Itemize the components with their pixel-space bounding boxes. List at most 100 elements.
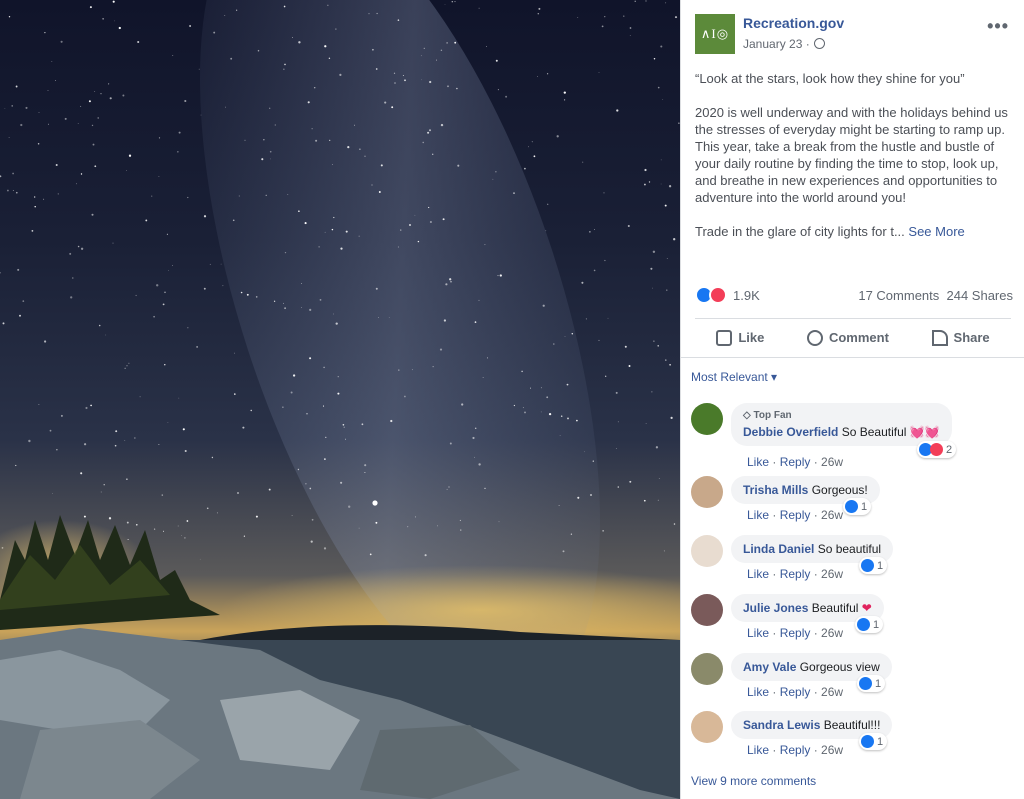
comment-reply-link[interactable]: Reply (780, 685, 811, 699)
comment-age[interactable]: 26w (821, 685, 843, 699)
comment-age[interactable]: 26w (821, 455, 843, 469)
star (486, 46, 487, 47)
star (450, 280, 452, 283)
star (0, 272, 1, 274)
star (335, 322, 338, 325)
star (224, 15, 226, 16)
comment-meta: Like · Reply · 26w (747, 455, 844, 469)
avatar[interactable] (691, 476, 723, 508)
comment-like-link[interactable]: Like (747, 743, 769, 757)
top-fan-badge: ◇ Top Fan (743, 410, 792, 421)
comment-reply-link[interactable]: Reply (780, 567, 811, 581)
star (542, 304, 545, 307)
star (436, 59, 437, 61)
star (377, 317, 379, 319)
comment-reactions[interactable]: 2 (917, 441, 957, 458)
like-reaction-icon (845, 500, 858, 513)
star (91, 124, 94, 127)
star (77, 245, 80, 248)
comment-reactions[interactable]: 1 (857, 675, 886, 692)
star (593, 269, 596, 272)
star (324, 458, 326, 460)
star (585, 318, 587, 320)
avatar[interactable] (691, 653, 723, 685)
comment-button[interactable]: Comment (799, 326, 897, 350)
comment-author[interactable]: Linda Daniel (743, 542, 814, 556)
star (343, 426, 345, 428)
post-date-text[interactable]: January 23 · (743, 37, 810, 51)
comment-age[interactable]: 26w (821, 508, 843, 522)
comment-reactions[interactable]: 1 (855, 616, 884, 633)
more-options-icon[interactable]: ••• (987, 16, 1009, 37)
star (331, 164, 333, 165)
star (128, 154, 132, 157)
star (531, 141, 533, 143)
star (615, 391, 618, 394)
view-more-comments-link[interactable]: View 9 more comments (691, 774, 816, 788)
comment-like-link[interactable]: Like (747, 685, 769, 699)
comment-like-link[interactable]: Like (747, 567, 769, 581)
comment-reply-link[interactable]: Reply (780, 626, 811, 640)
star (492, 178, 494, 180)
star (598, 339, 600, 341)
comment-age[interactable]: 26w (821, 743, 843, 757)
comment-author[interactable]: Sandra Lewis (743, 718, 820, 732)
reaction-icons[interactable] (695, 286, 727, 304)
comment-author[interactable]: Debbie Overfield (743, 425, 838, 439)
comment-age[interactable]: 26w (821, 626, 843, 640)
comment-age[interactable]: 26w (821, 567, 843, 581)
star (576, 419, 578, 422)
star (629, 27, 632, 29)
star (674, 16, 678, 19)
star (177, 151, 179, 153)
comment-author[interactable]: Julie Jones (743, 601, 808, 615)
post-photo[interactable] (0, 0, 680, 799)
page-logo[interactable]: ∧I◎ (695, 14, 735, 54)
star (669, 363, 671, 366)
star (651, 391, 653, 393)
post-timestamp[interactable]: January 23 · (743, 37, 825, 51)
reaction-count[interactable]: 1.9K (733, 288, 760, 303)
avatar[interactable] (691, 535, 723, 567)
comment-like-link[interactable]: Like (747, 508, 769, 522)
like-reaction-icon (861, 559, 874, 572)
share-button[interactable]: Share (924, 326, 998, 350)
see-more-link[interactable]: See More (908, 224, 964, 239)
star (478, 463, 481, 466)
star (269, 107, 271, 109)
comments-section: Most Relevant ▾ ◇ Top Fan Debbie Overfie… (681, 357, 1024, 799)
comment-text: So beautiful (817, 542, 882, 556)
avatar[interactable] (691, 594, 723, 626)
comment-like-link[interactable]: Like (747, 626, 769, 640)
star (657, 345, 659, 347)
comment-like-link[interactable]: Like (747, 455, 769, 469)
comment-reply-link[interactable]: Reply (780, 455, 811, 469)
star (274, 124, 276, 126)
comment-sort-dropdown[interactable]: Most Relevant ▾ (691, 370, 777, 384)
page-name-link[interactable]: Recreation.gov (743, 15, 844, 31)
star (623, 15, 625, 17)
comment-author[interactable]: Amy Vale (743, 660, 796, 674)
comment-reply-link[interactable]: Reply (780, 743, 811, 757)
comment-reply-link[interactable]: Reply (780, 508, 811, 522)
star (12, 172, 14, 175)
star (524, 411, 526, 414)
comment-author[interactable]: Trisha Mills (743, 483, 808, 497)
star (222, 285, 224, 287)
shares-count-link[interactable]: 244 Shares (947, 288, 1014, 303)
like-button[interactable]: Like (708, 326, 772, 350)
star (449, 278, 452, 281)
comment-reactions[interactable]: 1 (859, 557, 888, 574)
star (2, 322, 5, 325)
star (440, 49, 443, 52)
comment-reactions[interactable]: 1 (843, 498, 872, 515)
star (8, 136, 10, 138)
comment-reactions[interactable]: 1 (859, 733, 888, 750)
star (478, 299, 480, 301)
comments-count-link[interactable]: 17 Comments (858, 288, 939, 303)
avatar[interactable] (691, 711, 723, 743)
star (660, 183, 662, 185)
post-panel: ∧I◎ Recreation.gov January 23 · ••• “Loo… (680, 0, 1024, 799)
avatar[interactable] (691, 403, 723, 435)
love-reaction-icon (930, 443, 943, 456)
